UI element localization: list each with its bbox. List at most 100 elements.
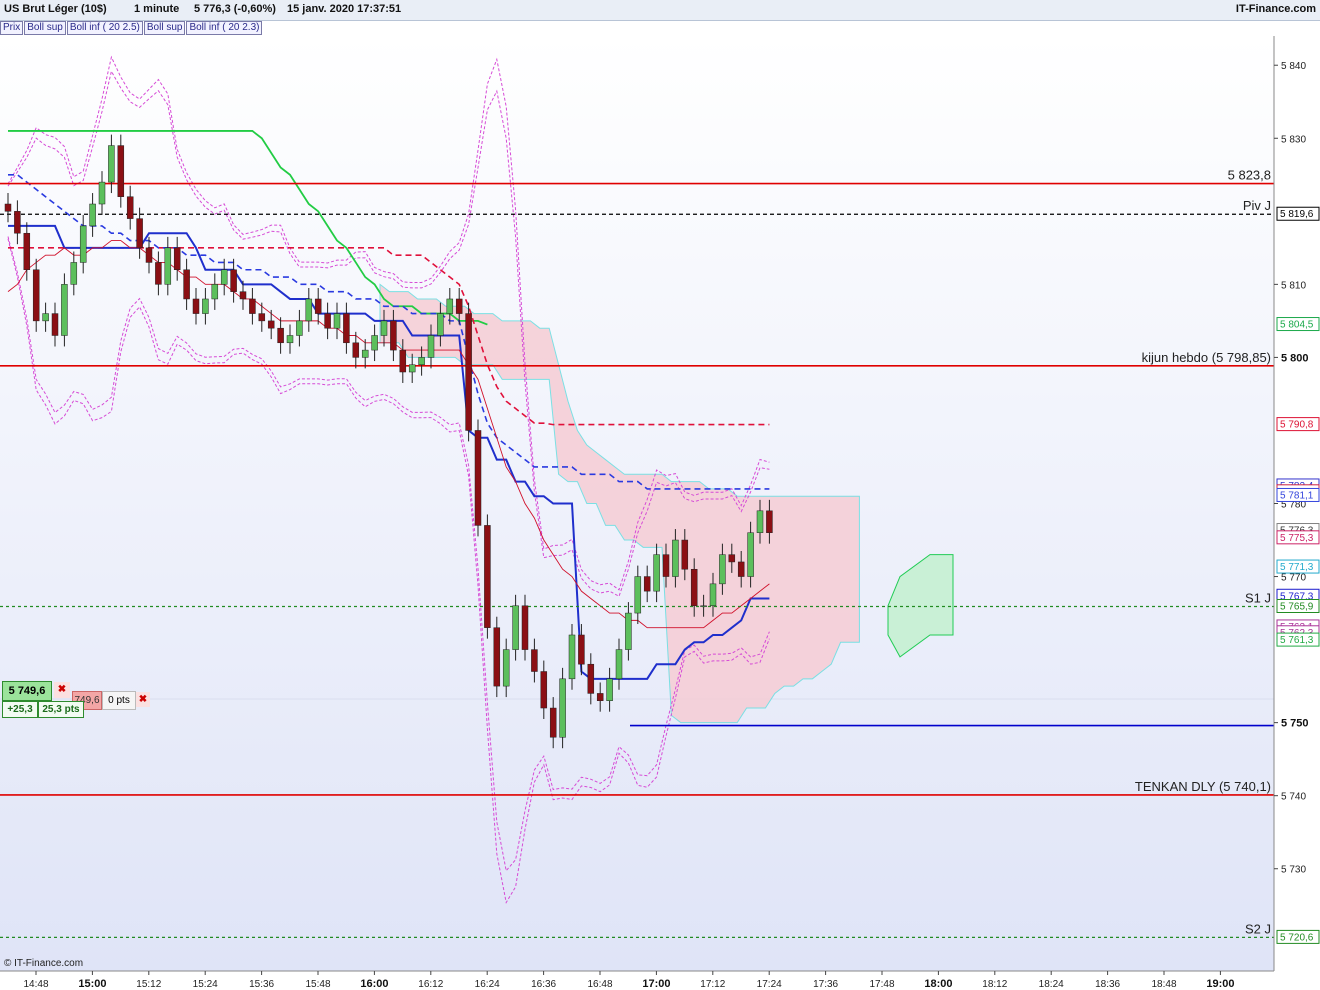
candle-body bbox=[211, 284, 219, 300]
candle-body bbox=[220, 269, 228, 285]
candle-body bbox=[568, 634, 576, 680]
price-change: 5 776,3 (-0,60%) bbox=[194, 3, 276, 15]
price-tick-label: 5 800 bbox=[1281, 352, 1309, 364]
candle-body bbox=[192, 298, 200, 314]
candle-body bbox=[587, 663, 595, 694]
datetime: 15 janv. 2020 17:37:51 bbox=[287, 3, 402, 15]
price-tag-label: 5 765,9 bbox=[1280, 601, 1314, 612]
candle-body bbox=[709, 583, 717, 607]
candle-body bbox=[596, 693, 604, 701]
price-tag-label: 5 720,6 bbox=[1280, 932, 1314, 943]
kijun-weekly-label: kijun hebdo (5 798,85) bbox=[1142, 350, 1271, 365]
time-tick-label: 15:48 bbox=[305, 979, 330, 990]
candle-body bbox=[399, 349, 407, 373]
candle-body bbox=[333, 313, 341, 329]
time-axis[interactable]: 14:48 15:00 15:12 15:24 15:36 15:48 16:00 16:12… bbox=[0, 970, 1274, 990]
candle-body bbox=[747, 532, 754, 577]
resistance-5823-label: 5 823,8 bbox=[1228, 168, 1271, 183]
candle-body bbox=[737, 561, 745, 577]
candle-body bbox=[512, 605, 519, 650]
instrument-name: US Brut Léger (10$) bbox=[4, 3, 107, 15]
candle-body bbox=[305, 298, 313, 322]
candle-body bbox=[390, 320, 397, 351]
time-tick-label: 15:24 bbox=[193, 979, 218, 990]
candle-body bbox=[277, 327, 284, 344]
candle-body bbox=[662, 554, 670, 577]
order-diff: +25,3 bbox=[2, 701, 38, 718]
time-tick-label: 16:24 bbox=[475, 979, 500, 990]
time-tick-label: 15:00 bbox=[78, 978, 106, 990]
candle-body bbox=[634, 576, 642, 614]
candle-body bbox=[549, 707, 557, 738]
price-tag-label: 5 775,3 bbox=[1280, 533, 1314, 544]
time-tick-label: 18:00 bbox=[924, 978, 952, 990]
candle-body bbox=[51, 313, 59, 336]
candle-body bbox=[493, 627, 501, 687]
candle-body bbox=[126, 196, 134, 219]
support-s2-label: S2 J bbox=[1245, 921, 1271, 936]
candle-body bbox=[380, 320, 388, 336]
time-tick-label: 18:36 bbox=[1095, 979, 1120, 990]
candle-body bbox=[230, 269, 237, 292]
candle-body bbox=[324, 313, 331, 329]
candle-body bbox=[314, 298, 322, 314]
candle-body bbox=[653, 554, 660, 592]
time-tick-label: 17:24 bbox=[757, 979, 782, 990]
order-price[interactable]: 5 749,6 bbox=[2, 681, 52, 701]
candle-body bbox=[643, 576, 651, 592]
candle-body bbox=[446, 298, 454, 314]
candle-body bbox=[559, 678, 566, 738]
candle-body bbox=[578, 634, 585, 665]
time-tick-label: 18:24 bbox=[1039, 979, 1064, 990]
candle-body bbox=[202, 298, 209, 314]
candle-body bbox=[258, 313, 266, 322]
candle-body bbox=[108, 145, 115, 183]
order-pts: 25,3 pts bbox=[38, 701, 84, 718]
candle-body bbox=[700, 605, 707, 608]
title-bar: US Brut Léger (10$) 1 minute 5 776,3 (-0… bbox=[0, 0, 1320, 21]
candle-body bbox=[4, 203, 12, 212]
candle-body bbox=[14, 211, 21, 234]
time-tick-label: 17:12 bbox=[700, 979, 725, 990]
tenkan-daily-label: TENKAN DLY (5 740,1) bbox=[1135, 779, 1271, 794]
price-axis[interactable]: 5 7305 7405 7505 7705 7805 8005 8105 830… bbox=[1273, 36, 1309, 971]
price-tag-label: 5 804,5 bbox=[1280, 320, 1314, 331]
time-tick-label: 16:48 bbox=[587, 979, 612, 990]
candle-body bbox=[766, 510, 773, 533]
price-chart[interactable]: 5 823,8 Piv J kijun hebdo (5 798,85) S1 J TE… bbox=[0, 20, 1320, 990]
time-tick-label: 17:00 bbox=[642, 978, 670, 990]
time-tick-label: 17:48 bbox=[869, 979, 894, 990]
candle-body bbox=[361, 349, 369, 358]
candle-body bbox=[296, 320, 303, 336]
candle-body bbox=[155, 262, 162, 285]
candle-body bbox=[183, 269, 190, 300]
time-tick-label: 16:12 bbox=[418, 979, 443, 990]
close-second-order-icon[interactable]: ✖ bbox=[136, 692, 150, 707]
candle-body bbox=[408, 364, 416, 373]
close-order-icon[interactable]: ✖ bbox=[54, 682, 70, 698]
candle-body bbox=[23, 232, 31, 270]
candle-body bbox=[474, 430, 482, 526]
price-tick-label: 5 730 bbox=[1281, 865, 1306, 876]
candle-body bbox=[89, 203, 96, 227]
second-order-pts: 0 pts bbox=[102, 691, 136, 710]
time-tick-label: 15:12 bbox=[136, 979, 161, 990]
price-tag-label: 5 761,3 bbox=[1280, 635, 1314, 646]
candle-body bbox=[145, 247, 153, 263]
timeframe[interactable]: 1 minute bbox=[134, 3, 179, 15]
candle-body bbox=[239, 291, 247, 300]
candle-body bbox=[267, 320, 275, 329]
price-tag-label: 5 781,1 bbox=[1280, 490, 1314, 501]
time-tick-label: 14:48 bbox=[23, 979, 48, 990]
candle-body bbox=[164, 247, 172, 285]
candle-body bbox=[625, 612, 632, 650]
price-tag-label: 5 790,8 bbox=[1280, 420, 1314, 431]
candle-body bbox=[484, 525, 491, 628]
candle-body bbox=[756, 510, 764, 533]
candle-body bbox=[672, 539, 679, 577]
candle-body bbox=[173, 247, 181, 270]
candle-body bbox=[286, 335, 294, 344]
time-tick-label: 19:00 bbox=[1206, 978, 1234, 990]
price-tick-label: 5 830 bbox=[1281, 134, 1306, 145]
price-tick-label: 5 840 bbox=[1281, 61, 1306, 72]
